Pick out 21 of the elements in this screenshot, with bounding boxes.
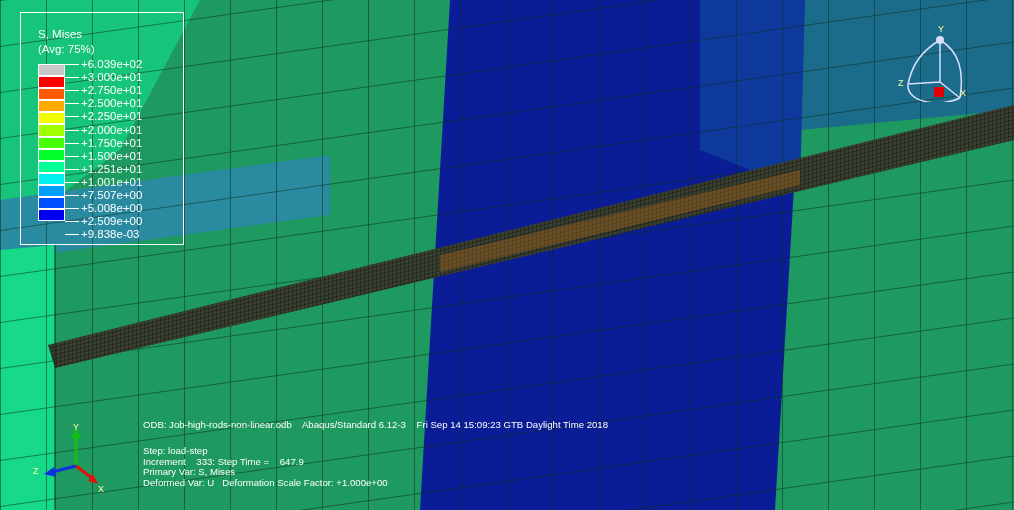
step-info-text: Deformed Var: U Deformation Scale Factor: +1.000e+00	[143, 478, 389, 489]
legend-value: +1.001e+01	[81, 175, 143, 189]
step-info-text: Increment 333: Step Time = 647.9	[143, 456, 305, 468]
legend-value: +9.838e-03	[81, 228, 140, 242]
legend-value: +7.507e+00	[81, 189, 143, 202]
legend-value: +5.008e+00	[81, 202, 143, 216]
legend-value: +6.039e+02	[81, 58, 143, 72]
legend-value: +2.509e+00	[81, 215, 143, 229]
legend-value: +1.251e+01	[81, 162, 143, 176]
legend-value: +2.000e+01	[81, 123, 143, 137]
legend-value: +3.000e+01	[81, 71, 143, 85]
legend-value: +2.250e+01	[81, 110, 143, 124]
legend-value: +1.500e+01	[81, 149, 143, 163]
legend-value: +2.750e+01	[81, 84, 143, 98]
legend-value: +1.750e+01	[81, 136, 143, 150]
step-info-text: Primary Var: S, Mises	[143, 467, 236, 479]
step-info-text: Step: load-step	[143, 445, 209, 457]
axis-triad-drawing: Y Z X	[30, 422, 120, 492]
legend-title: S, Mises	[38, 27, 84, 42]
legend-subtitle: (Avg: 75%)	[38, 42, 96, 57]
legend-value: +2.500e+01	[81, 97, 143, 111]
